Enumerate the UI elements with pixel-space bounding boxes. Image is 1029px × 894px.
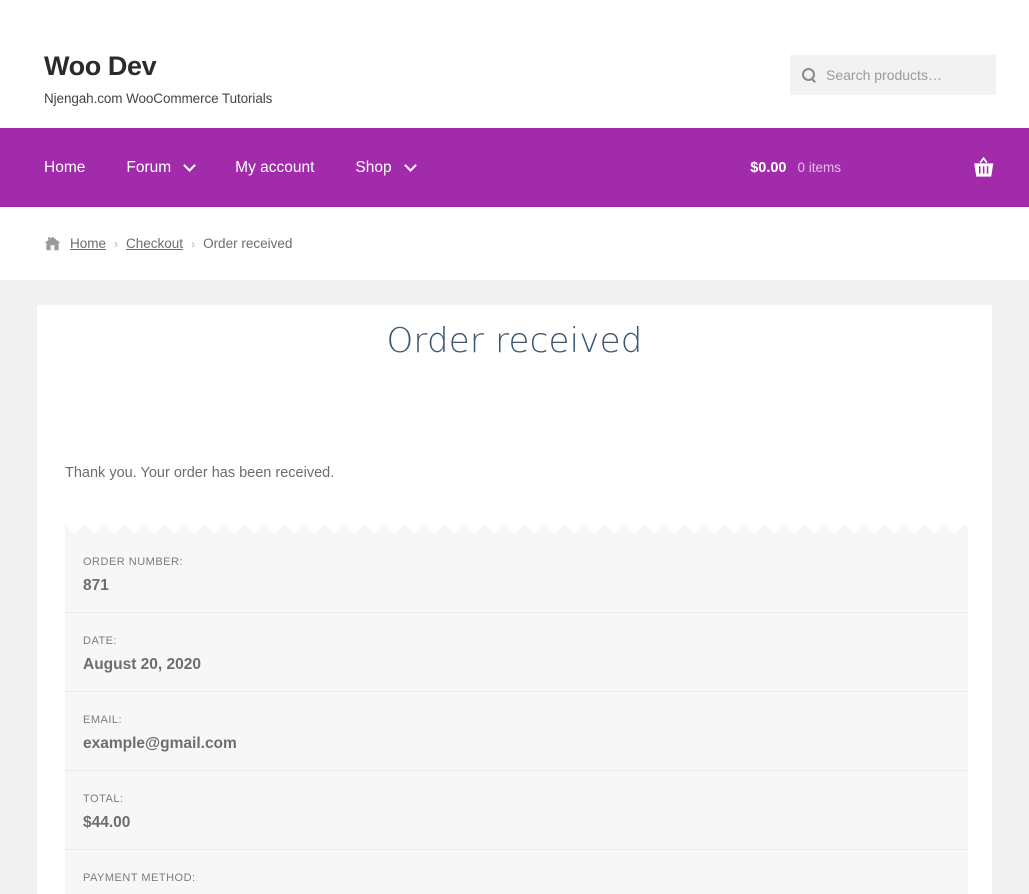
chevron-down-icon[interactable]: [183, 159, 197, 172]
site-title: Woo Dev: [44, 51, 157, 81]
content-background: Order received Thank you. Your order has…: [0, 280, 1029, 894]
page-title: Order received: [386, 321, 643, 361]
breadcrumb-item-checkout[interactable]: Checkout: [126, 236, 183, 251]
order-detail-label: PAYMENT METHOD:: [83, 872, 196, 884]
primary-navigation: Home Forum My account Shop $0.00 0 items: [0, 128, 1029, 207]
nav-item-label: Forum: [126, 158, 172, 176]
nav-item-forum[interactable]: Forum: [126, 158, 197, 177]
nav-item-label: My account: [235, 158, 315, 176]
order-detail-total: TOTAL: $44.00: [65, 771, 968, 850]
order-detail-label: TOTAL:: [83, 793, 124, 805]
order-detail-value: 871: [83, 577, 109, 594]
nav-item-home[interactable]: Home: [44, 159, 85, 177]
site-branding[interactable]: Woo Dev Njengah.com WooCommerce Tutorial…: [44, 51, 273, 106]
order-detail-label: EMAIL:: [83, 714, 123, 726]
order-detail-email: EMAIL: example@gmail.com: [65, 692, 968, 771]
chevron-down-icon[interactable]: [403, 159, 417, 172]
breadcrumb: Home › Checkout › Order received: [44, 236, 292, 251]
cart-item-count: 0 items: [797, 160, 841, 175]
nav-item-my-account[interactable]: My account: [235, 159, 314, 177]
breadcrumb-bar: Home › Checkout › Order received: [0, 207, 1029, 280]
order-detail-label: DATE:: [83, 635, 118, 647]
shopping-basket-icon[interactable]: [972, 156, 996, 179]
site-header: Woo Dev Njengah.com WooCommerce Tutorial…: [0, 0, 1029, 128]
order-details-receipt: ORDER NUMBER: 871 DATE: August 20, 2020 …: [65, 524, 968, 894]
cart-area[interactable]: $0.00 0 items: [750, 128, 996, 207]
nav-item-label: Shop: [355, 158, 392, 176]
breadcrumb-item-home[interactable]: Home: [70, 236, 106, 251]
nav-item-label: Home: [44, 158, 86, 176]
search-icon: [802, 67, 817, 83]
order-confirmation-message: Thank you. Your order has been received.: [65, 465, 335, 481]
order-detail-value: example@gmail.com: [83, 735, 237, 752]
site-tagline: Njengah.com WooCommerce Tutorials: [44, 90, 273, 106]
breadcrumb-item-current: Order received: [203, 236, 293, 251]
order-details-list: ORDER NUMBER: 871 DATE: August 20, 2020 …: [65, 534, 968, 894]
breadcrumb-separator: ›: [191, 236, 196, 251]
receipt-top-edge: [65, 524, 968, 534]
breadcrumb-separator: ›: [114, 236, 119, 251]
order-detail-value: $44.00: [83, 814, 131, 831]
order-detail-payment-method: PAYMENT METHOD: Direct bank transfer: [65, 850, 968, 894]
nav-item-shop[interactable]: Shop: [355, 158, 417, 177]
order-detail-label: ORDER NUMBER:: [83, 556, 184, 568]
nav-list: Home Forum My account Shop: [44, 158, 417, 177]
order-detail-date: DATE: August 20, 2020: [65, 613, 968, 692]
search-input[interactable]: [826, 67, 984, 83]
home-icon[interactable]: [44, 236, 61, 251]
product-search-box[interactable]: [790, 55, 996, 95]
cart-total-amount: $0.00: [750, 159, 787, 176]
order-detail-order-number: ORDER NUMBER: 871: [65, 534, 968, 613]
order-received-card: Order received Thank you. Your order has…: [37, 305, 992, 894]
order-detail-value: August 20, 2020: [83, 656, 202, 673]
